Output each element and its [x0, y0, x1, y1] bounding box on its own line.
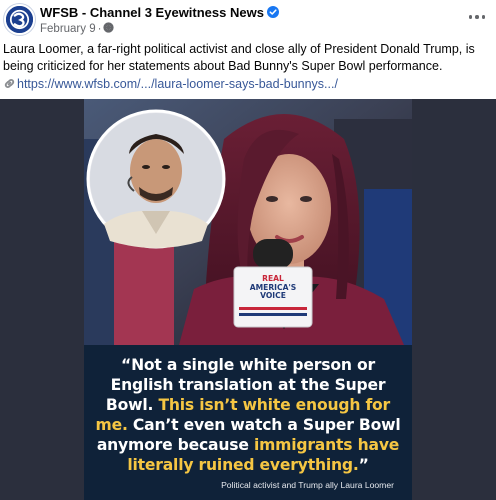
quote-text: “Not a single white person or English tr… — [90, 355, 406, 475]
post-message: Laura Loomer, a far-right political acti… — [3, 42, 475, 73]
post-header: WFSB - Channel 3 Eyewitness News Februar… — [0, 0, 496, 40]
mic-flag-label: REAL AMERICA'S VOICE — [240, 274, 306, 301]
page-avatar[interactable] — [4, 4, 35, 35]
post-date[interactable]: February 9 — [40, 23, 96, 35]
post-image[interactable]: REAL AMERICA'S VOICE “Not a single white… — [0, 99, 496, 500]
news-photo-illustration — [84, 99, 412, 345]
image-letterbox-right — [412, 99, 496, 500]
news-photo: REAL AMERICA'S VOICE — [84, 99, 412, 345]
quote-part: ” — [358, 456, 369, 474]
page-name[interactable]: WFSB - Channel 3 Eyewitness News — [40, 5, 279, 20]
post-link-text[interactable]: https://www.wfsb.com/.../laura-loomer-sa… — [17, 77, 338, 91]
post-link[interactable]: https://www.wfsb.com/.../laura-loomer-sa… — [3, 77, 338, 91]
image-letterbox-left — [0, 99, 84, 500]
meta-separator: · — [97, 23, 102, 35]
quote-panel: “Not a single white person or English tr… — [84, 345, 412, 500]
verified-badge-icon — [266, 6, 279, 18]
photo-caption: Political activist and Trump ally Laura … — [221, 480, 394, 490]
channel-3-logo-icon — [6, 6, 33, 33]
mic-flag-line: VOICE — [260, 291, 286, 301]
globe-icon[interactable] — [103, 22, 115, 33]
more-options-icon[interactable] — [466, 8, 488, 26]
page-name-text[interactable]: WFSB - Channel 3 Eyewitness News — [40, 5, 264, 20]
link-icon — [4, 79, 15, 88]
post-meta: February 9 · — [40, 22, 115, 35]
